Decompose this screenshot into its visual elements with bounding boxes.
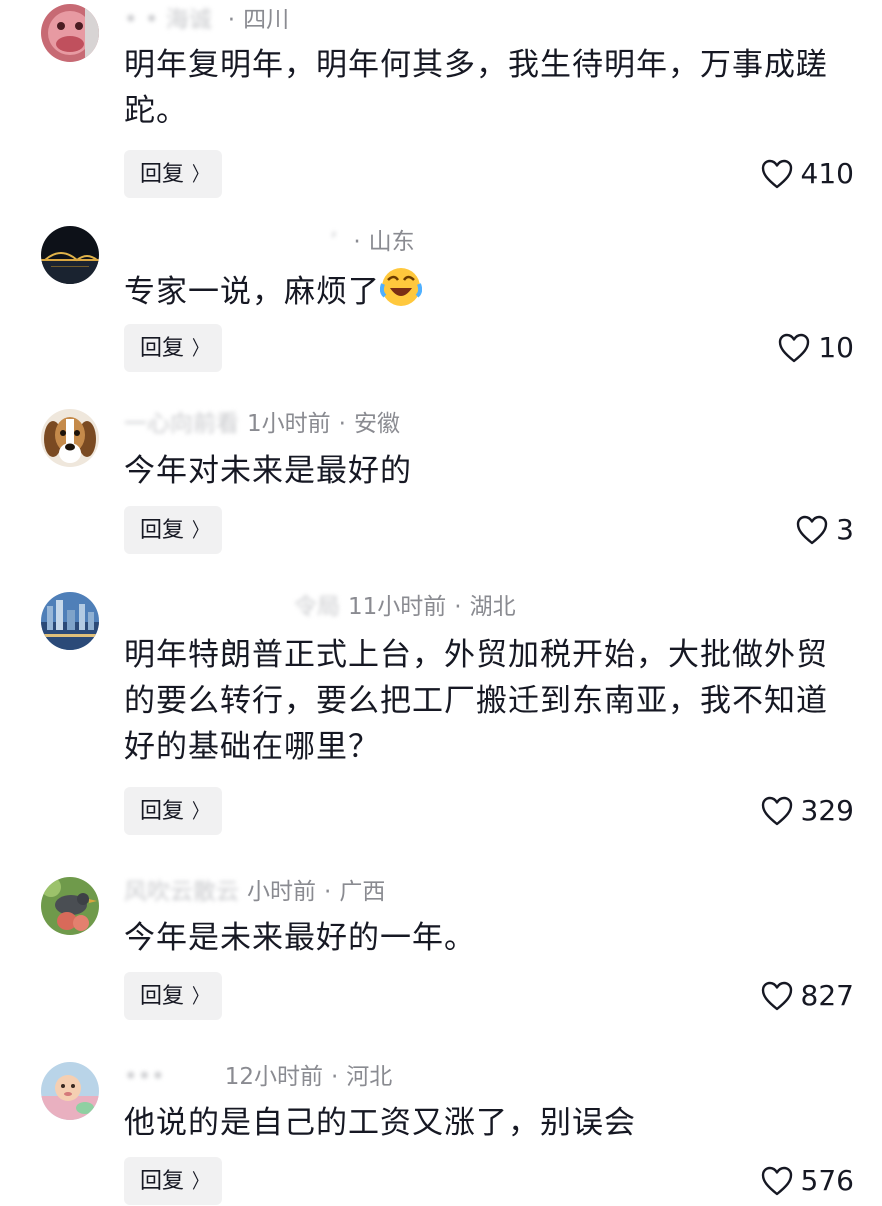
like-count: 410 <box>800 157 854 190</box>
reply-button[interactable]: 回复〉 <box>124 972 222 1020</box>
heart-outline-icon <box>761 159 792 189</box>
location: 河北 <box>346 1064 393 1090</box>
timestamp: 12小时前 <box>224 1064 323 1090</box>
like-button[interactable]: 827 <box>761 972 854 1020</box>
like-button[interactable]: 410 <box>761 150 854 198</box>
chevron-right-icon: 〉 <box>192 799 209 823</box>
reply-label: 回复 <box>140 984 185 1009</box>
heart-outline-icon <box>761 796 792 826</box>
comment-meta: • • 海诚 · 四川 <box>124 5 290 35</box>
author-name[interactable]: 一心向前看 <box>124 409 239 439</box>
comment-text: 他说的是自己的工资又涨了，别误会 <box>124 1105 636 1141</box>
timestamp: 小时前 <box>247 879 316 905</box>
heart-outline-icon <box>761 1166 792 1196</box>
author-name[interactable]: ’ <box>330 227 337 257</box>
heart-outline-icon <box>796 515 828 545</box>
chevron-right-icon: 〉 <box>192 984 209 1008</box>
reply-label: 回复 <box>140 518 185 543</box>
timestamp: 11小时前 <box>348 594 447 620</box>
comment-text: 明年复明年，明年何其多，我生待明年，万事成蹉跎。 <box>124 47 828 129</box>
author-name[interactable]: 风吹云散云 <box>124 877 239 907</box>
beagle-dog-avatar[interactable] <box>41 409 99 467</box>
chevron-right-icon: 〉 <box>192 1169 209 1193</box>
reply-button[interactable]: 回复〉 <box>124 324 222 372</box>
like-count: 329 <box>800 794 854 827</box>
location: 四川 <box>243 7 290 33</box>
reply-button[interactable]: 回复〉 <box>124 1157 222 1205</box>
heart-outline-icon <box>761 981 792 1011</box>
comment-text: 今年对未来是最好的 <box>124 453 412 489</box>
like-count: 576 <box>800 1164 854 1197</box>
comment-meta: 令局 11小时前 · 湖北 <box>294 592 516 622</box>
location: 湖北 <box>469 594 516 620</box>
bird-avatar[interactable] <box>41 877 99 935</box>
author-name[interactable]: ••• <box>124 1062 165 1092</box>
reply-button[interactable]: 回复〉 <box>124 150 222 198</box>
comment-meta: ••• 12小时前 · 河北 <box>124 1062 393 1092</box>
night-bridge-avatar[interactable] <box>41 226 99 284</box>
city-skyline-avatar[interactable] <box>41 592 99 650</box>
comment-text-content: 专家一说，麻烦了 <box>124 274 380 310</box>
pink-mascot-avatar[interactable] <box>41 4 99 62</box>
timestamp: 1小时前 <box>247 411 331 437</box>
reply-label: 回复 <box>140 799 185 824</box>
baby-avatar[interactable] <box>41 1062 99 1120</box>
author-name[interactable]: • • 海诚 <box>124 5 212 35</box>
like-count: 827 <box>800 979 854 1012</box>
laughing-crying-emoji <box>379 268 423 310</box>
comment-list: • • 海诚 · 四川 明年复明年，明年何其多，我生待明年，万事成蹉跎。 回复〉 4… <box>0 0 882 1205</box>
reply-label: 回复 <box>140 162 185 187</box>
like-count: 10 <box>818 331 854 364</box>
comment-meta: 风吹云散云 小时前 · 广西 <box>124 877 386 907</box>
chevron-right-icon: 〉 <box>192 162 209 186</box>
comment-text: 今年是未来最好的一年。 <box>124 920 476 956</box>
reply-button[interactable]: 回复〉 <box>124 787 222 835</box>
reply-label: 回复 <box>140 1169 185 1194</box>
comment-meta: ’ · 山东 <box>330 227 415 257</box>
like-button[interactable]: 329 <box>761 787 854 835</box>
chevron-right-icon: 〉 <box>192 518 209 542</box>
like-button[interactable]: 576 <box>761 1157 854 1205</box>
reply-button[interactable]: 回复〉 <box>124 506 222 554</box>
reply-label: 回复 <box>140 336 185 361</box>
location: 安徽 <box>353 411 400 437</box>
like-count: 3 <box>836 513 854 546</box>
comment-meta: 一心向前看 1小时前 · 安徽 <box>124 409 400 439</box>
comment-text: 明年特朗普正式上台，外贸加税开始，大批做外贸的要么转行，要么把工厂搬迁到东南亚，… <box>124 637 828 765</box>
like-button[interactable]: 10 <box>778 324 854 372</box>
like-button[interactable]: 3 <box>796 506 854 554</box>
comment-text: 专家一说，麻烦了 <box>124 266 854 315</box>
chevron-right-icon: 〉 <box>192 336 209 360</box>
author-name[interactable]: 令局 <box>294 592 340 622</box>
location: 山东 <box>368 229 415 255</box>
heart-outline-icon <box>779 333 810 363</box>
location: 广西 <box>339 879 386 905</box>
